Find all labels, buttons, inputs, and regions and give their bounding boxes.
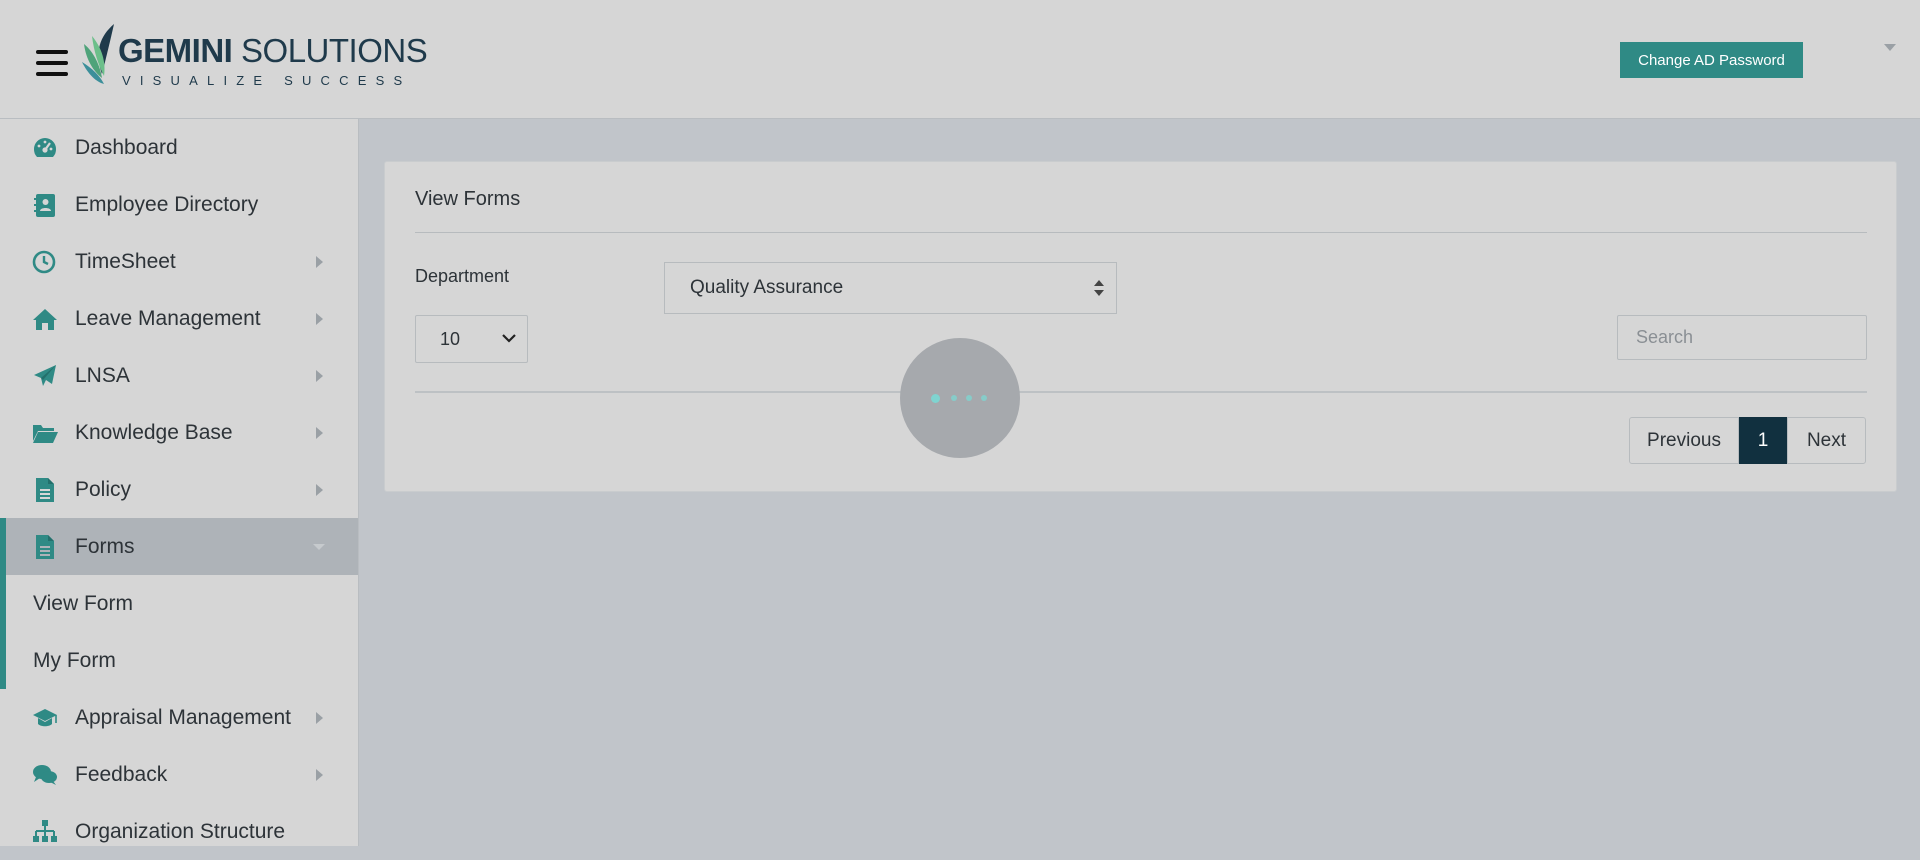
sidebar-item-knowledge-base[interactable]: Knowledge Base xyxy=(0,404,358,461)
sidebar-item-leave-management[interactable]: Leave Management xyxy=(0,290,358,347)
comments-icon xyxy=(33,765,57,785)
top-header: GEMINI SOLUTIONS VISUALIZE SUCCESS Chang… xyxy=(0,0,1920,119)
sidebar-subitem-label: My Form xyxy=(33,648,116,672)
graduation-cap-icon xyxy=(33,709,57,727)
sidebar: Dashboard Employee Directory TimeSheet L… xyxy=(0,119,359,846)
table-divider xyxy=(415,391,1867,393)
loading-spinner xyxy=(900,338,1020,458)
sidebar-item-organization-structure[interactable]: Organization Structure xyxy=(0,803,358,860)
department-select[interactable]: Quality Assurance xyxy=(664,262,1117,314)
page-length-value: 10 xyxy=(440,329,461,349)
sidebar-item-label: LNSA xyxy=(75,363,130,387)
document-icon xyxy=(36,535,54,559)
sidebar-item-employee-directory[interactable]: Employee Directory xyxy=(0,176,358,233)
expand-arrow-icon xyxy=(316,484,323,496)
contact-book-icon xyxy=(34,194,55,217)
sidebar-item-label: Organization Structure xyxy=(75,819,286,843)
sidebar-item-label: Knowledge Base xyxy=(75,420,233,444)
sidebar-item-policy[interactable]: Policy xyxy=(0,461,358,518)
expand-arrow-icon xyxy=(316,256,323,268)
next-page-button[interactable]: Next xyxy=(1787,417,1866,464)
document-icon xyxy=(36,478,54,502)
department-selected-value: Quality Assurance xyxy=(690,277,844,298)
collapse-arrow-icon xyxy=(313,544,325,550)
sidebar-item-forms[interactable]: Forms xyxy=(0,518,358,575)
page-title: View Forms xyxy=(415,188,521,210)
sidebar-item-label: TimeSheet xyxy=(75,249,176,273)
expand-arrow-icon xyxy=(316,769,323,781)
loader-dot xyxy=(966,395,972,401)
sidebar-subitem-view-form[interactable]: View Form xyxy=(0,575,358,632)
sort-up-icon xyxy=(1094,280,1104,286)
department-label: Department xyxy=(415,266,510,286)
sitemap-icon xyxy=(33,820,57,842)
expand-arrow-icon xyxy=(316,427,323,439)
expand-arrow-icon xyxy=(316,712,323,724)
logo-tagline: VISUALIZE SUCCESS xyxy=(122,73,412,88)
sidebar-item-label: Dashboard xyxy=(75,135,178,159)
sidebar-item-dashboard[interactable]: Dashboard xyxy=(0,119,358,176)
change-ad-password-button[interactable]: Change AD Password xyxy=(1620,42,1803,78)
page-length-select[interactable]: 10 xyxy=(415,315,528,363)
sidebar-item-feedback[interactable]: Feedback xyxy=(0,746,358,803)
sidebar-subitem-my-form[interactable]: My Form xyxy=(0,632,358,689)
company-logo[interactable]: GEMINI SOLUTIONS VISUALIZE SUCCESS xyxy=(80,22,428,90)
sort-down-icon xyxy=(1094,290,1104,296)
loader-dot xyxy=(931,394,940,403)
sidebar-item-label: Leave Management xyxy=(75,306,261,330)
expand-arrow-icon xyxy=(316,313,323,325)
folder-open-icon xyxy=(33,425,58,443)
sidebar-item-label: Appraisal Management xyxy=(75,705,291,729)
view-forms-panel: View Forms Department Quality Assurance … xyxy=(384,161,1897,492)
loader-dot xyxy=(951,395,957,401)
sidebar-item-appraisal-management[interactable]: Appraisal Management xyxy=(0,689,358,746)
sidebar-item-timesheet[interactable]: TimeSheet xyxy=(0,233,358,290)
hamburger-menu-icon[interactable] xyxy=(36,50,68,76)
dashboard-icon xyxy=(33,138,57,157)
current-page-button[interactable]: 1 xyxy=(1739,417,1787,464)
logo-wordmark: GEMINI SOLUTIONS xyxy=(118,32,428,69)
clock-icon xyxy=(32,250,56,274)
search-input[interactable] xyxy=(1617,315,1867,360)
sidebar-subitem-label: View Form xyxy=(33,591,133,615)
paper-plane-icon xyxy=(34,365,56,386)
chevron-down-icon xyxy=(502,334,516,343)
title-divider xyxy=(415,232,1867,233)
sidebar-item-label: Forms xyxy=(75,534,135,558)
loader-dot xyxy=(981,395,987,401)
sidebar-item-lnsa[interactable]: LNSA xyxy=(0,347,358,404)
previous-page-button[interactable]: Previous xyxy=(1629,417,1739,464)
user-menu-caret-icon[interactable] xyxy=(1884,44,1896,51)
pagination: Previous 1 Next xyxy=(1629,417,1866,464)
sidebar-item-label: Policy xyxy=(75,477,132,501)
sidebar-item-label: Feedback xyxy=(75,762,168,786)
sidebar-item-label: Employee Directory xyxy=(75,192,259,216)
leaf-logo-icon xyxy=(82,24,114,84)
home-icon xyxy=(33,309,57,330)
expand-arrow-icon xyxy=(316,370,323,382)
